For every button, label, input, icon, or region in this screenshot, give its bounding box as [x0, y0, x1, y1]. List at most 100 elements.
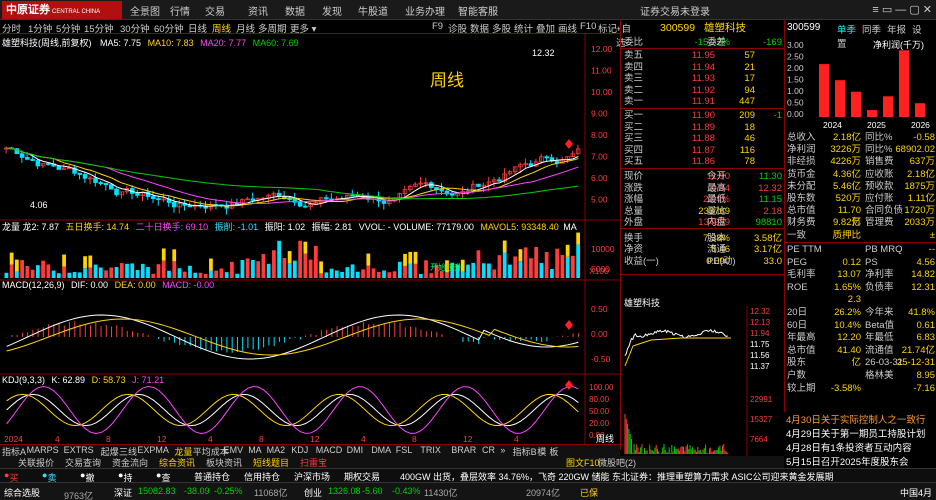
view-tab-8[interactable]: 标记	[598, 21, 617, 35]
news-item[interactable]: 4月30日关于实际控制人之一致行	[786, 412, 936, 426]
mode-label[interactable]: 综合选股	[4, 486, 40, 499]
news-item[interactable]: 4月28日有1条投资者互动内容	[786, 440, 936, 454]
indicator-tab-17[interactable]: BRAR	[451, 445, 476, 455]
ask-row[interactable]: 卖二 11.92 94	[621, 85, 785, 97]
indicator-tab-15[interactable]: FSL	[396, 445, 413, 455]
price-tick-2: 10.00	[591, 87, 613, 97]
net-profit-chart: 3.00 2.502.00 1.501.00 0.500.00 2024 2025 2026	[787, 40, 930, 130]
ask-row[interactable]: 卖一 11.91 447	[621, 96, 785, 108]
trade-bar: ● 买入 ● 卖出 ● 撤单 ● 持仓 ● 查询 普通持仓 信用持仓 沪深市场 …	[0, 468, 936, 496]
indicator-tab-19[interactable]: »	[500, 445, 505, 455]
cy-index: 1326.08	[328, 486, 361, 496]
period-tab-3[interactable]: 15分钟	[84, 21, 114, 35]
indicator-tab-16[interactable]: TRIX	[420, 445, 441, 455]
bid-row[interactable]: 买五 11.86 78	[621, 156, 785, 168]
volume-bar	[376, 271, 381, 278]
indicator-tab-10[interactable]: MA2	[267, 445, 286, 455]
menu-item-0[interactable]: 全景图	[130, 3, 160, 18]
indicator-tab-13[interactable]: DMI	[347, 445, 364, 455]
volume-bar	[565, 256, 570, 278]
volume-bar-highlight	[88, 255, 93, 268]
candle-body	[103, 182, 109, 186]
period-tab-0[interactable]: 分时	[2, 21, 21, 35]
period-tab-2[interactable]: 5分钟	[56, 21, 80, 35]
kline-legend: 雄塑科技(周线,前复权) MA5: 7.75 MA10: 7.83 MA20: …	[2, 38, 299, 48]
view-tab-3[interactable]: 多股	[492, 21, 511, 35]
volume-bar	[382, 270, 386, 278]
bid-row[interactable]: 买四 11.87 116	[621, 145, 785, 157]
news-item[interactable]: 5月15日召开2025年度股东会	[786, 454, 936, 468]
fin-row: 财务费 9.82万 管理费 2033万	[787, 217, 935, 229]
view-tab-7[interactable]: F10	[580, 21, 596, 32]
total-amount: 20974亿	[526, 488, 561, 498]
menu-item-5[interactable]: 发现	[322, 3, 342, 18]
volume-bar-highlight	[413, 251, 418, 264]
volume-bar	[544, 251, 549, 278]
period-tab-5[interactable]: 60分钟	[154, 21, 184, 35]
indicator-tab-18[interactable]: CR	[482, 445, 495, 455]
menu-item-3[interactable]: 资讯	[248, 3, 268, 18]
time-tick-6: 12	[310, 434, 320, 444]
menu-item-1[interactable]: 行情	[170, 3, 190, 18]
vol-tick-0: 10000	[591, 244, 615, 254]
view-tab-5[interactable]: 叠加	[536, 21, 555, 35]
view-tab-0[interactable]: F9	[432, 21, 443, 32]
indicator-tab-14[interactable]: DMA	[371, 445, 391, 455]
stat-row: 涨跌 0.34 最高 12.32	[624, 182, 782, 194]
indicator-tab-5[interactable]: EXPMA	[137, 445, 169, 455]
volume-bars	[4, 232, 580, 278]
sz-pct: -0.25%	[214, 486, 243, 496]
withdraw-button[interactable]: ● 撤单	[80, 470, 94, 496]
period-tab-7[interactable]: 周线	[212, 21, 231, 35]
sell-button[interactable]: ● 卖出	[42, 470, 56, 496]
candle-body	[82, 174, 88, 179]
bid-row[interactable]: 买三 11.88 46	[621, 133, 785, 145]
query-button[interactable]: ● 查询	[156, 470, 170, 496]
candle-body	[476, 183, 481, 187]
menu-item-2[interactable]: 交易	[205, 3, 225, 18]
menu-item-7[interactable]: 业务办理	[405, 3, 445, 18]
indicator-tab-12[interactable]: MACD	[316, 445, 343, 455]
volume-bar	[161, 260, 166, 278]
indicator-tab-1[interactable]: MARPS	[27, 445, 59, 455]
window-controls[interactable]: ≡ ▭ — ▢ ✕	[872, 3, 932, 16]
safety-badge[interactable]: 已保	[580, 486, 598, 499]
intraday-mini-chart[interactable]: 12.32 12.13 11.94 11.75 11.56 11.37 22991 15327…	[621, 306, 785, 456]
volume-bar	[287, 263, 292, 278]
period-tab-10[interactable]: 更多 ▾	[290, 21, 316, 35]
view-tab-4[interactable]: 统计	[514, 21, 533, 35]
view-tab-1[interactable]: 诊股	[448, 21, 467, 35]
ask-row[interactable]: 卖三 11.93 17	[621, 73, 785, 85]
bid-row[interactable]: 买二 11.89 18	[621, 122, 785, 134]
indicator-tab-9[interactable]: MA	[248, 445, 262, 455]
mini-tick-0: 12.32	[750, 307, 771, 316]
ask-row[interactable]: 卖五 11.95 57	[621, 50, 785, 62]
volume-bar	[560, 254, 565, 278]
candle-body	[449, 193, 455, 196]
view-tab-6[interactable]: 画线	[558, 21, 577, 35]
period-tab-6[interactable]: 日线	[188, 21, 207, 35]
buy-button[interactable]: ● 买入	[4, 470, 18, 496]
candle-body	[303, 205, 308, 208]
period-tab-9[interactable]: 多周期	[258, 21, 287, 35]
indicator-tab-2[interactable]: EXTRS	[64, 445, 94, 455]
period-tab-4[interactable]: 30分钟	[120, 21, 150, 35]
news-item[interactable]: 4月29日关于第一期员工持股计划	[786, 426, 936, 440]
ask-row[interactable]: 卖四 11.94 21	[621, 62, 785, 74]
volume-bar	[198, 272, 203, 278]
volume-bar	[361, 269, 365, 278]
login-status[interactable]: 证券交易未登录	[640, 3, 710, 18]
indicator-tab-11[interactable]: KDJ	[291, 445, 308, 455]
menu-item-4[interactable]: 数据	[285, 3, 305, 18]
menu-item-8[interactable]: 智能客服	[458, 3, 498, 18]
fin-year-2: 2026	[911, 120, 930, 130]
view-tab-2[interactable]: 数据	[470, 21, 489, 35]
hold-button[interactable]: ● 持仓	[118, 470, 132, 496]
candle-body	[350, 194, 355, 197]
menu-item-6[interactable]: 牛股道	[358, 3, 388, 18]
period-tab-1[interactable]: 1分钟	[28, 21, 52, 35]
period-tab-8[interactable]: 月线	[236, 21, 255, 35]
fin-row2: 年最高 12.20 年最低 6.83	[787, 332, 935, 344]
indicator-tab-8[interactable]: EMV	[224, 445, 244, 455]
bid-row[interactable]: 买一 11.90 209 -1	[621, 110, 785, 122]
